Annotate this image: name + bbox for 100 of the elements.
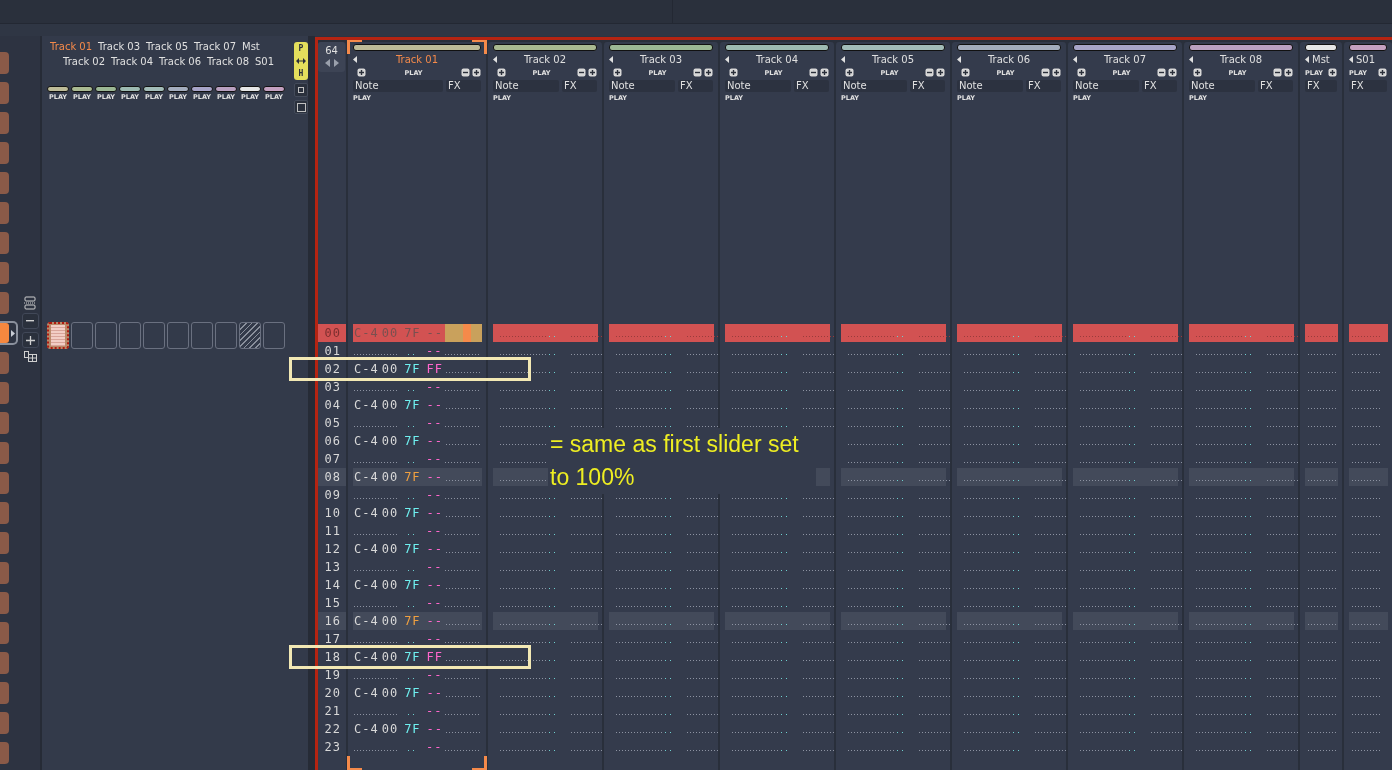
plus-icon[interactable]	[1052, 68, 1061, 77]
track-color-bar[interactable]	[609, 44, 713, 51]
plus-icon[interactable]	[1328, 68, 1337, 77]
track-name[interactable]: Track 04	[729, 53, 829, 65]
track-color-bar[interactable]	[1073, 44, 1177, 51]
track-name[interactable]: Track 05	[845, 53, 945, 65]
plus-icon[interactable]	[820, 68, 829, 77]
track-name[interactable]: Track 02	[497, 53, 597, 65]
sequence-slot[interactable]	[0, 321, 18, 345]
collapse-arrow-icon[interactable]	[957, 55, 961, 63]
track-name[interactable]: Track 01	[357, 53, 481, 65]
collapse-arrow-icon[interactable]	[841, 55, 845, 63]
track-color-bar[interactable]	[493, 44, 597, 51]
small-square-button[interactable]	[294, 83, 308, 97]
track-label[interactable]: Mst	[242, 41, 260, 52]
column-header[interactable]: FX	[1349, 80, 1387, 92]
plus-icon[interactable]	[472, 68, 481, 77]
track-color-bar[interactable]	[353, 44, 481, 51]
track-name[interactable]: Track 07	[1077, 53, 1177, 65]
track-color-bar[interactable]	[1349, 44, 1387, 51]
track-color-bar[interactable]	[957, 44, 1061, 51]
minus-icon[interactable]	[577, 68, 586, 77]
collapse-arrow-icon[interactable]	[1073, 55, 1077, 63]
table-icon[interactable]	[23, 351, 37, 362]
column-header[interactable]: Note	[725, 80, 791, 92]
plus-icon[interactable]	[357, 68, 366, 77]
plus-icon[interactable]	[588, 68, 597, 77]
collapse-arrow-icon[interactable]	[353, 55, 357, 63]
column-header[interactable]: FX	[678, 80, 713, 92]
plus-icon[interactable]	[729, 68, 738, 77]
column-header[interactable]: FX	[794, 80, 829, 92]
minus-icon[interactable]	[925, 68, 934, 77]
effect-text: --	[426, 578, 444, 592]
track-label[interactable]: Track 05	[146, 41, 194, 52]
column-header[interactable]: FX	[446, 80, 481, 92]
plus-icon[interactable]	[1193, 68, 1202, 77]
track-label[interactable]: Track 06	[159, 56, 207, 67]
track-color-bar[interactable]	[841, 44, 945, 51]
plus-icon[interactable]	[1168, 68, 1177, 77]
zoom-in-button[interactable]	[21, 332, 39, 348]
plus-icon[interactable]	[704, 68, 713, 77]
track-label[interactable]: S01	[255, 56, 275, 67]
collapse-arrow-icon[interactable]	[609, 55, 613, 63]
large-square-button[interactable]	[294, 100, 308, 114]
plus-icon[interactable]	[961, 68, 970, 77]
track-label[interactable]: Track 07	[194, 41, 242, 52]
collapse-arrow-icon[interactable]	[725, 55, 729, 63]
minus-icon[interactable]	[1157, 68, 1166, 77]
column-header[interactable]: FX	[910, 80, 945, 92]
next-icon[interactable]	[333, 59, 339, 67]
collapse-arrow-icon[interactable]	[1305, 55, 1309, 63]
collapse-arrow-icon[interactable]	[493, 55, 497, 63]
plus-icon[interactable]	[1284, 68, 1293, 77]
previous-icon[interactable]	[324, 59, 330, 67]
plus-icon[interactable]	[845, 68, 854, 77]
zoom-out-button[interactable]	[21, 313, 39, 329]
column-header[interactable]: FX	[1305, 80, 1337, 92]
plus-icon[interactable]	[1378, 68, 1387, 77]
plus-icon[interactable]	[1077, 68, 1086, 77]
track-label[interactable]: Track 01	[50, 41, 98, 52]
line-number: 04	[323, 397, 342, 414]
track-label[interactable]: Track 03	[98, 41, 146, 52]
plus-icon[interactable]	[936, 68, 945, 77]
track-name[interactable]: Track 03	[613, 53, 713, 65]
column-header[interactable]: FX	[1142, 80, 1177, 92]
column-header[interactable]: Note	[1189, 80, 1255, 92]
column-header[interactable]: FX	[562, 80, 597, 92]
track-label[interactable]: Track 04	[111, 56, 159, 67]
column-header[interactable]: FX	[1258, 80, 1293, 92]
minus-icon[interactable]	[809, 68, 818, 77]
collapse-arrow-icon[interactable]	[1189, 55, 1193, 63]
minus-icon[interactable]	[1273, 68, 1282, 77]
minus-icon[interactable]	[1041, 68, 1050, 77]
track-name[interactable]: Track 06	[961, 53, 1061, 65]
column-header[interactable]: Note	[1073, 80, 1139, 92]
track-label[interactable]: Track 08	[207, 56, 255, 67]
split-icon[interactable]	[24, 296, 37, 310]
line-count-box[interactable]: 64	[318, 42, 345, 72]
column-header[interactable]: Note	[609, 80, 675, 92]
track-color-bar[interactable]	[725, 44, 829, 51]
pattern-toggle-button[interactable]: P H	[294, 42, 308, 80]
plus-icon[interactable]	[497, 68, 506, 77]
column-header[interactable]: FX	[1026, 80, 1061, 92]
plus-icon[interactable]	[613, 68, 622, 77]
pattern-slot[interactable]	[47, 322, 69, 349]
track-name[interactable]: Track 08	[1193, 53, 1293, 65]
minus-icon[interactable]	[693, 68, 702, 77]
column-header[interactable]: Note	[493, 80, 559, 92]
column-header[interactable]: Note	[353, 80, 443, 92]
column-header[interactable]: Note	[957, 80, 1023, 92]
track-name[interactable]: Mst	[1309, 53, 1337, 65]
line-count[interactable]: 64	[325, 45, 338, 56]
minus-icon[interactable]	[461, 68, 470, 77]
track-label[interactable]: Track 02	[63, 56, 111, 67]
track-color-bar[interactable]	[1189, 44, 1293, 51]
pattern-slot[interactable]	[239, 322, 261, 349]
collapse-arrow-icon[interactable]	[1349, 55, 1353, 63]
track-color-bar[interactable]	[1305, 44, 1337, 51]
column-header[interactable]: Note	[841, 80, 907, 92]
track-name[interactable]: S01	[1353, 53, 1387, 65]
